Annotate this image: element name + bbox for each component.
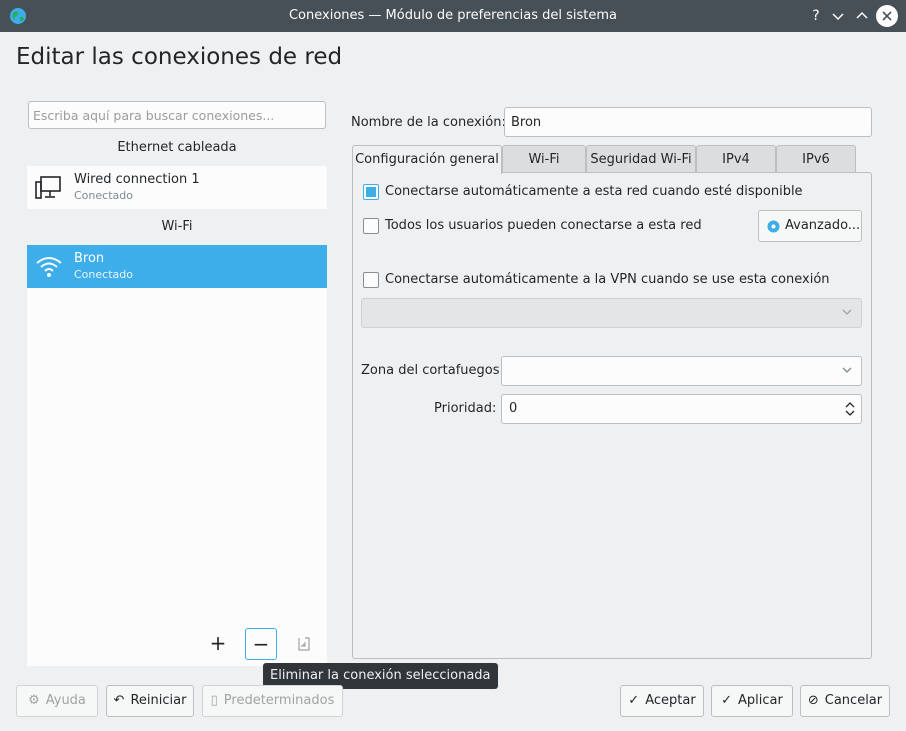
reset-button-label: Reiniciar	[130, 693, 187, 708]
connection-list: Ethernet cableada Wired connection 1 Con…	[27, 133, 327, 666]
defaults-button: ▯ Predeterminados	[202, 685, 343, 717]
reset-button[interactable]: ↶ Reiniciar	[106, 685, 194, 717]
connection-name: Wired connection 1	[74, 172, 200, 187]
connection-status: Conectado	[74, 189, 133, 202]
advanced-button[interactable]: Avanzado...	[758, 210, 862, 242]
auto-vpn-label[interactable]: Conectarse automáticamente a la VPN cuan…	[385, 272, 830, 287]
auto-connect-label[interactable]: Conectarse automáticamente a esta red cu…	[385, 184, 803, 199]
tab-ipv4[interactable]: IPv4	[696, 145, 776, 173]
undo-icon: ↶	[113, 693, 125, 708]
apply-button[interactable]: ✓ Aplicar	[711, 685, 793, 717]
all-users-checkbox[interactable]	[363, 218, 379, 234]
connection-name-input[interactable]	[504, 107, 872, 137]
list-empty-area	[27, 288, 327, 666]
help-icon: ⚙	[28, 693, 40, 708]
connection-status: Conectado	[74, 268, 133, 281]
title-bar: Conexiones — Módulo de preferencias del …	[0, 0, 906, 32]
section-header-ethernet: Ethernet cableada	[117, 140, 237, 155]
priority-label: Prioridad:	[434, 401, 497, 416]
connection-name: Bron	[74, 251, 105, 266]
search-input[interactable]	[28, 101, 326, 129]
all-users-label[interactable]: Todos los usuarios pueden conectarse a e…	[385, 218, 702, 233]
wifi-icon	[36, 257, 62, 277]
firewall-zone-select[interactable]	[501, 356, 862, 386]
close-icon[interactable]	[876, 5, 898, 27]
ok-button-label: Aceptar	[645, 693, 696, 708]
auto-vpn-checkbox[interactable]	[363, 272, 379, 288]
advanced-icon	[767, 220, 780, 233]
firewall-zone-label: Zona del cortafuegos:	[361, 363, 504, 378]
cancel-button[interactable]: ⊘ Cancelar	[800, 685, 890, 717]
page-title: Editar las conexiones de red	[16, 44, 343, 70]
vpn-select	[361, 298, 862, 328]
spin-arrows-icon[interactable]	[844, 399, 856, 419]
priority-value: 0	[509, 401, 518, 416]
tab-wifi-security[interactable]: Seguridad Wi-Fi	[586, 145, 696, 173]
document-icon: ▯	[210, 693, 218, 708]
cancel-button-label: Cancelar	[824, 693, 883, 708]
remove-connection-button[interactable]: −	[245, 628, 277, 660]
chevron-down-icon	[842, 309, 852, 315]
help-button: ⚙ Ayuda	[16, 685, 98, 717]
wired-network-icon	[35, 176, 61, 199]
maximize-icon[interactable]	[852, 6, 872, 26]
apply-button-label: Aplicar	[738, 693, 783, 708]
add-connection-button[interactable]: +	[202, 628, 234, 660]
export-icon[interactable]	[288, 628, 320, 660]
minimize-icon[interactable]	[828, 6, 848, 26]
connection-item-wifi[interactable]: Bron Conectado	[27, 245, 327, 288]
help-icon[interactable]: ?	[806, 6, 826, 26]
tab-wifi[interactable]: Wi-Fi	[502, 145, 586, 173]
tab-general[interactable]: Configuración general	[352, 145, 502, 174]
window-title: Conexiones — Módulo de preferencias del …	[288, 8, 617, 23]
checkmark-icon: ✓	[628, 693, 640, 708]
section-header-wifi: Wi-Fi	[161, 219, 193, 234]
advanced-button-label: Avanzado...	[785, 218, 861, 233]
priority-spinbox[interactable]: 0	[501, 394, 862, 424]
auto-connect-checkbox[interactable]	[363, 184, 379, 200]
help-button-label: Ayuda	[45, 693, 86, 708]
tab-ipv6[interactable]: IPv6	[776, 145, 856, 173]
connection-item-wired[interactable]: Wired connection 1 Conectado	[27, 166, 327, 209]
connection-name-label: Nombre de la conexión:	[351, 115, 506, 130]
chevron-down-icon	[842, 367, 852, 373]
cancel-icon: ⊘	[807, 693, 819, 708]
ok-button[interactable]: ✓ Aceptar	[620, 685, 704, 717]
checkmark-icon: ✓	[721, 693, 733, 708]
defaults-button-label: Predeterminados	[223, 693, 335, 708]
